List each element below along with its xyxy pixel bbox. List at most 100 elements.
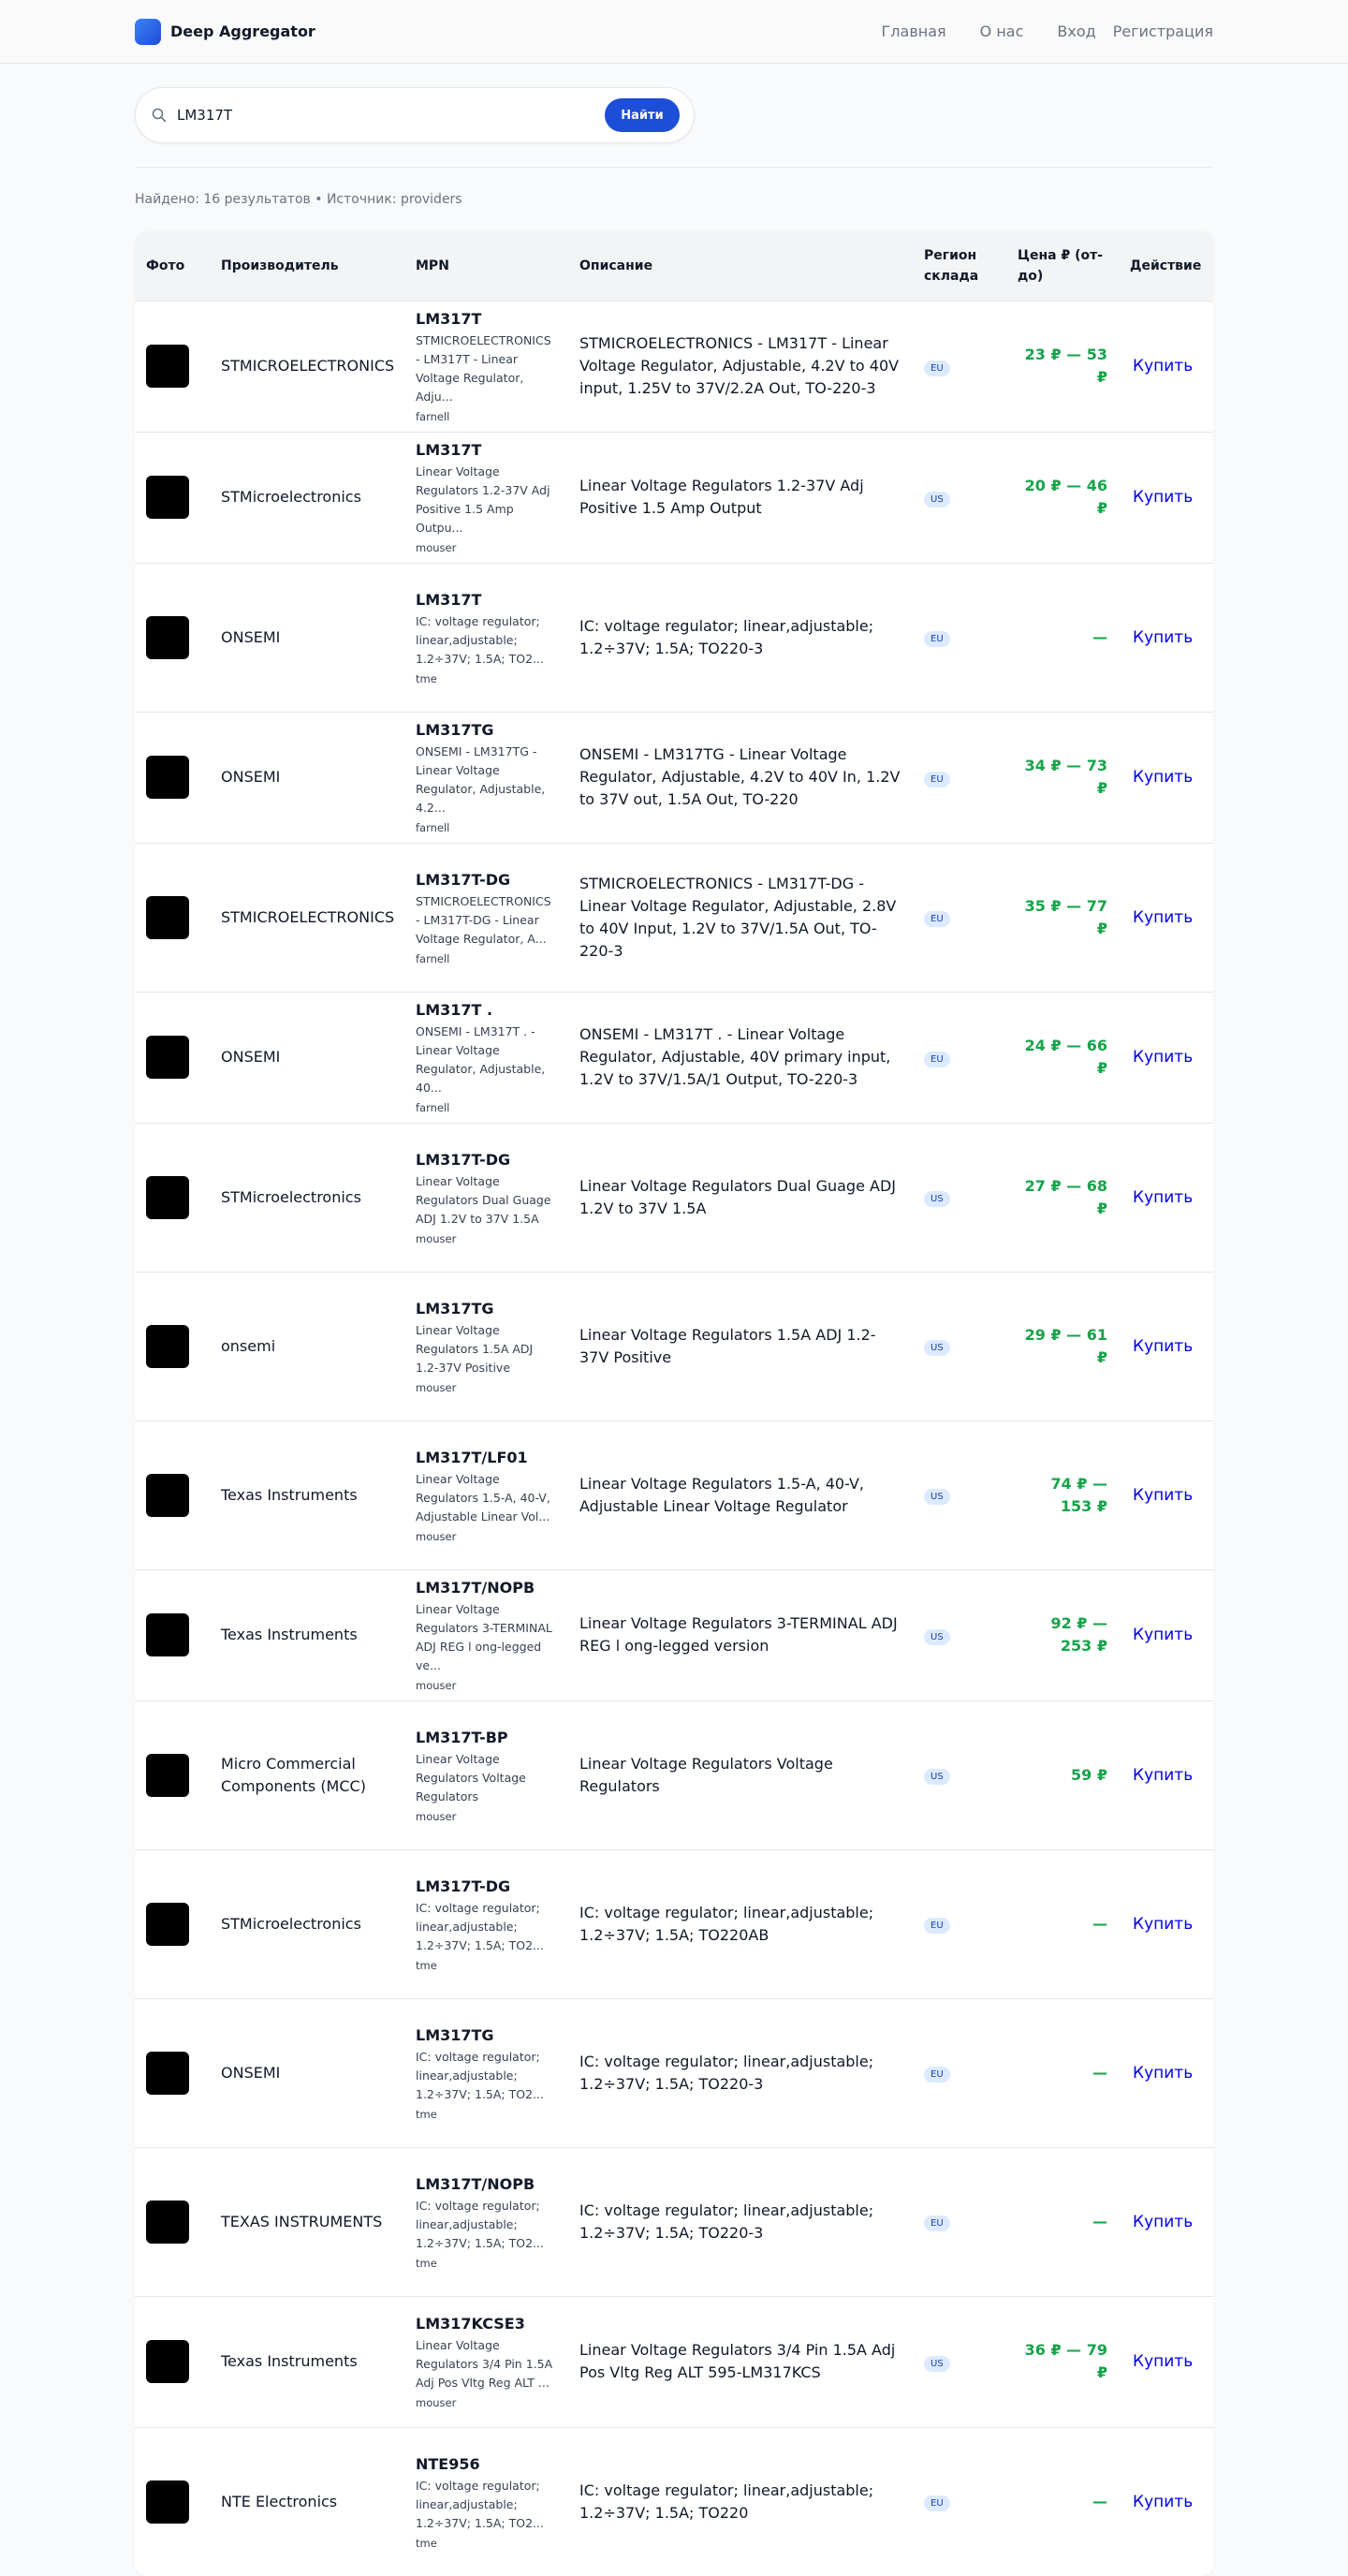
mpn: LM317KCSE3 [416,2315,525,2333]
mpn: LM317T/LF01 [416,1448,528,1466]
description: IC: voltage regulator; linear,adjustable… [579,616,874,657]
description: Linear Voltage Regulators 1.5-A, 40-V, A… [579,1474,864,1515]
description: IC: voltage regulator; linear,adjustable… [579,2052,874,2093]
price-range: — [1092,1914,1107,1933]
region-badge: EU [924,631,950,647]
buy-link[interactable]: Купить [1130,908,1193,927]
manufacturer-cell: STMicroelectronics [210,431,404,563]
price-cell: — [1006,2426,1119,2576]
mpn-description: Linear Voltage Regulators 1.2-37V Adj Po… [416,464,550,535]
mpn-description: Linear Voltage Regulators Dual Guage ADJ… [416,1173,551,1226]
product-thumbnail [146,1324,189,1368]
buy-link[interactable]: Купить [1130,768,1193,787]
action-cell: Купить [1119,300,1213,432]
table-row: ONSEMI LM317TG IC: voltage regulator; line… [135,1997,1213,2147]
price-cell: 74 ₽ — 153 ₽ [1006,1420,1119,1569]
manufacturer: STMicroelectronics [221,1914,361,1933]
price-cell: 35 ₽ — 77 ₽ [1006,842,1119,992]
table-row: Texas Instruments LM317KCSE3 Linear Voltag… [135,2295,1213,2427]
search-input[interactable] [177,107,605,124]
region-badge: EU [924,2067,950,2083]
brand[interactable]: Deep Aggregator [135,18,315,45]
mpn: LM317TG [416,1299,494,1317]
price-range: 29 ₽ — 61 ₽ [1024,1325,1107,1366]
buy-link[interactable]: Купить [1130,488,1193,507]
region-badge: EU [924,911,950,927]
table-row: Texas Instruments LM317T/LF01 Linear Volta… [135,1420,1213,1569]
price-cell: — [1006,1997,1119,2147]
buy-link[interactable]: Купить [1130,628,1193,647]
mpn: LM317T . [416,1001,493,1019]
photo-cell [135,1568,210,1700]
price-range: 20 ₽ — 46 ₽ [1024,477,1107,517]
buy-link[interactable]: Купить [1130,2352,1193,2371]
price-range: 74 ₽ — 153 ₽ [1050,1474,1107,1515]
mpn-cell: LM317T-DG IC: voltage regulator; linear,a… [404,1848,568,1998]
manufacturer-cell: Micro Commercial Components (MCC) [210,1700,404,1849]
buy-link[interactable]: Купить [1130,1486,1193,1505]
mpn-description: IC: voltage regulator; linear,adjustable… [416,1900,544,1952]
mpn-cell: LM317T/NOPB IC: voltage regulator; linear… [404,2146,568,2296]
manufacturer: STMicroelectronics [221,488,361,506]
price-cell: 92 ₽ — 253 ₽ [1006,1568,1119,1700]
nav-link-register[interactable]: Регистрация [1113,22,1213,40]
buy-link[interactable]: Купить [1130,1048,1193,1067]
buy-link[interactable]: Купить [1130,357,1193,375]
search-button[interactable]: Найти [605,98,680,132]
region-badge: US [924,1769,950,1785]
column-header-description: Описание [579,258,653,273]
region-cell: EU [913,300,1006,432]
table-row: TEXAS INSTRUMENTS LM317T/NOPB IC: voltage … [135,2146,1213,2296]
table-row: STMicroelectronics LM317T-DG IC: voltage r… [135,1848,1213,1998]
main-content: Найти Найдено: 16 результатов • Источник… [135,87,1213,2576]
region-cell: US [913,1271,1006,1420]
mpn-description: Linear Voltage Regulators 1.5A ADJ 1.2-3… [416,1322,534,1375]
price-cell: — [1006,1848,1119,1998]
manufacturer-cell: STMICROELECTRONICS [210,300,404,432]
photo-cell [135,2295,210,2427]
photo-cell [135,1122,210,1272]
table-row: Texas Instruments LM317T/NOPB Linear Volta… [135,1568,1213,1700]
manufacturer-cell: STMicroelectronics [210,1122,404,1272]
nav-link-about[interactable]: О нас [980,22,1024,40]
buy-link[interactable]: Купить [1130,2064,1193,2083]
action-cell: Купить [1119,1997,1213,2147]
buy-link[interactable]: Купить [1130,1915,1193,1934]
manufacturer-cell: ONSEMI [210,711,404,843]
price-range: 23 ₽ — 53 ₽ [1024,346,1107,386]
buy-link[interactable]: Купить [1130,1188,1193,1207]
action-cell: Купить [1119,2295,1213,2427]
manufacturer: ONSEMI [221,1048,281,1066]
photo-cell [135,711,210,843]
product-thumbnail [146,1613,189,1656]
buy-link[interactable]: Купить [1130,1626,1193,1644]
action-cell: Купить [1119,711,1213,843]
description-cell: ONSEMI - LM317TG - Linear Voltage Regula… [568,711,913,843]
description-cell: IC: voltage regulator; linear,adjustable… [568,1997,913,2147]
region-cell: EU [913,842,1006,992]
mpn-description: Linear Voltage Regulators 3/4 Pin 1.5A A… [416,2338,553,2390]
manufacturer: Texas Instruments [221,1626,358,1643]
product-thumbnail [146,2340,189,2383]
buy-link[interactable]: Купить [1130,2493,1193,2511]
nav-link-login[interactable]: Вход [1057,22,1095,40]
manufacturer-cell: ONSEMI [210,991,404,1123]
buy-link[interactable]: Купить [1130,2213,1193,2231]
provider-name: farnell [416,821,450,834]
manufacturer-cell: ONSEMI [210,562,404,712]
buy-link[interactable]: Купить [1130,1766,1193,1785]
price-cell: 27 ₽ — 68 ₽ [1006,1122,1119,1272]
column-header-manufacturer: Производитель [221,258,339,273]
photo-cell [135,562,210,712]
table-row: STMicroelectronics LM317T Linear Voltage R… [135,431,1213,563]
description: ONSEMI - LM317TG - Linear Voltage Regula… [579,745,901,808]
description: Linear Voltage Regulators 3-TERMINAL ADJ… [579,1614,898,1655]
price-range: 36 ₽ — 79 ₽ [1024,2341,1107,2381]
nav-link-home[interactable]: Главная [882,22,946,40]
table-row: STMicroelectronics LM317T-DG Linear Voltag… [135,1122,1213,1272]
region-badge: US [924,1191,950,1207]
region-badge: EU [924,1918,950,1934]
mpn: LM317T-DG [416,1150,511,1169]
buy-link[interactable]: Купить [1130,1337,1193,1356]
price-cell: 20 ₽ — 46 ₽ [1006,431,1119,563]
